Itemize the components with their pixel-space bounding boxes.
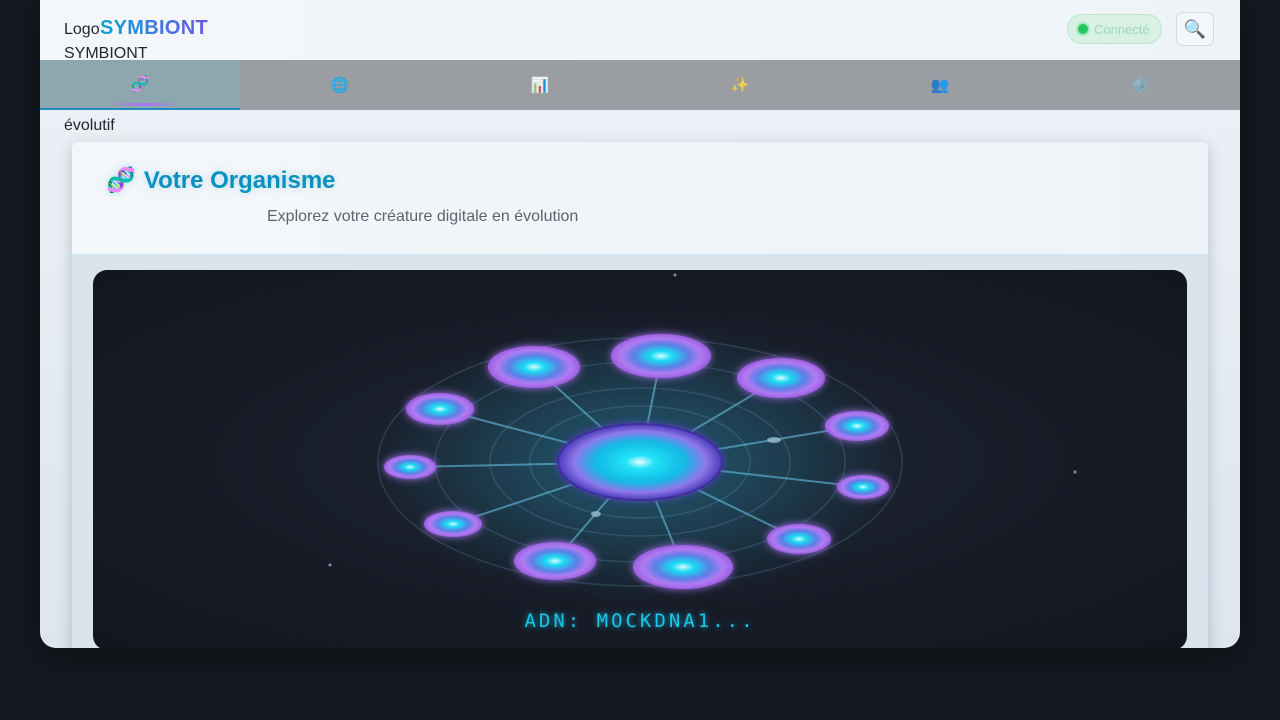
search-button[interactable]: 🔍	[1176, 12, 1214, 46]
organism-node	[633, 545, 733, 589]
organism-svg	[328, 273, 1077, 602]
header: Logo SYMBIONT - Organisme digital évolut…	[40, 0, 1240, 134]
chart-icon: 📊	[530, 77, 550, 94]
connection-status-badge: Connecté	[1067, 14, 1162, 44]
status-label: Connecté	[1094, 21, 1150, 37]
organism-node	[837, 475, 889, 499]
organism-node	[767, 524, 831, 554]
sparkles-icon: ✨	[730, 77, 750, 94]
organism-node	[611, 334, 711, 378]
organism-visualization[interactable]: ADN: MOCKDNA1...	[93, 270, 1187, 648]
tab-organism[interactable]: 🧬	[40, 60, 240, 110]
app-window: Logo SYMBIONT - Organisme digital évolut…	[40, 0, 1240, 648]
tab-network[interactable]: 🌐	[240, 60, 440, 110]
organism-node	[424, 511, 482, 537]
card-header: 🧬 Votre Organisme Explorez votre créatur…	[72, 142, 1208, 255]
dna-icon: 🧬	[130, 76, 150, 93]
organism-core	[557, 423, 723, 501]
tab-social[interactable]: 👥	[840, 60, 1040, 110]
organism-node	[825, 411, 889, 441]
organism-node	[488, 346, 580, 388]
tab-settings[interactable]: ⚙️	[1040, 60, 1240, 110]
search-icon: 🔍	[1183, 18, 1207, 39]
organism-node	[406, 393, 474, 425]
gear-icon: ⚙️	[1130, 77, 1150, 94]
tab-evolution[interactable]: ✨	[640, 60, 840, 110]
brand-name: SYMBIONT	[100, 17, 208, 39]
globe-icon: 🌐	[330, 77, 350, 94]
users-icon: 👥	[930, 77, 950, 94]
tab-stats[interactable]: 📊	[440, 60, 640, 110]
dna-icon: 🧬	[106, 167, 136, 194]
organism-node	[514, 542, 596, 580]
dna-label: ADN: MOCKDNA1...	[524, 610, 756, 632]
organism-node	[384, 455, 436, 479]
organism-node	[737, 358, 825, 398]
tab-bar: 🧬 🌐 📊 ✨ 👥 ⚙️	[40, 60, 1240, 110]
page-subtitle: Explorez votre créature digitale en évol…	[267, 208, 579, 225]
page-title-text: Votre Organisme	[143, 166, 336, 194]
status-dot-icon	[1078, 24, 1088, 34]
organism-card: 🧬 Votre Organisme Explorez votre créatur…	[72, 142, 1208, 648]
page-title: 🧬 Votre Organisme	[106, 166, 336, 195]
